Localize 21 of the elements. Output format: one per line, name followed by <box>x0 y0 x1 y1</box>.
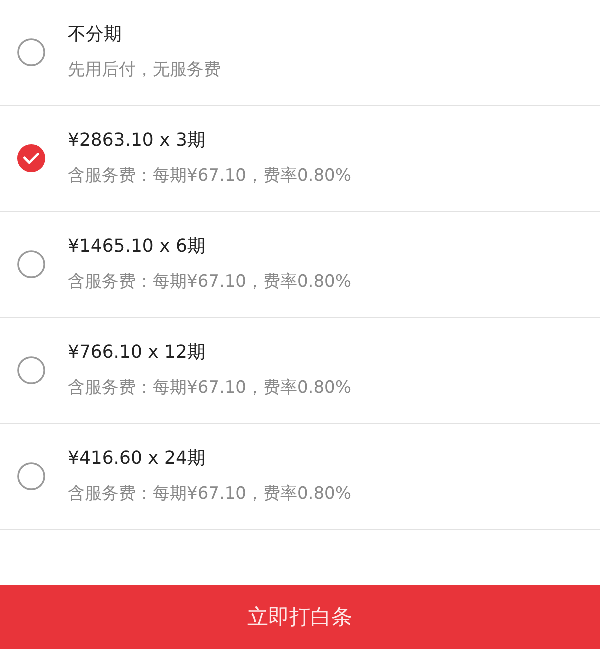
radio-icon[interactable] <box>17 356 46 385</box>
installment-option[interactable]: ¥2863.10 x 3期 含服务费：每期¥67.10，费率0.80% <box>0 106 600 212</box>
option-title: ¥1465.10 x 6期 <box>68 235 206 259</box>
option-title: ¥416.60 x 24期 <box>68 447 206 471</box>
radio-icon[interactable] <box>17 462 46 491</box>
installment-option[interactable]: ¥766.10 x 12期 含服务费：每期¥67.10，费率0.80% <box>0 318 600 424</box>
option-subtitle: 含服务费：每期¥67.10，费率0.80% <box>68 165 352 188</box>
installment-option[interactable]: 不分期 先用后付，无服务费 <box>0 0 600 106</box>
option-subtitle: 含服务费：每期¥67.10，费率0.80% <box>68 483 352 506</box>
radio-icon[interactable] <box>17 250 46 279</box>
option-subtitle: 含服务费：每期¥67.10，费率0.80% <box>68 271 352 294</box>
submit-button[interactable]: 立即打白条 <box>0 585 600 649</box>
option-subtitle: 先用后付，无服务费 <box>68 59 221 82</box>
option-title: ¥2863.10 x 3期 <box>68 129 206 153</box>
radio-icon[interactable] <box>17 38 46 67</box>
installment-option[interactable]: ¥1465.10 x 6期 含服务费：每期¥67.10，费率0.80% <box>0 212 600 318</box>
installment-option[interactable]: ¥416.60 x 24期 含服务费：每期¥67.10，费率0.80% <box>0 424 600 530</box>
option-subtitle: 含服务费：每期¥67.10，费率0.80% <box>68 377 352 400</box>
option-title: 不分期 <box>68 23 123 47</box>
option-title: ¥766.10 x 12期 <box>68 341 206 365</box>
checked-radio-icon[interactable] <box>17 144 46 173</box>
